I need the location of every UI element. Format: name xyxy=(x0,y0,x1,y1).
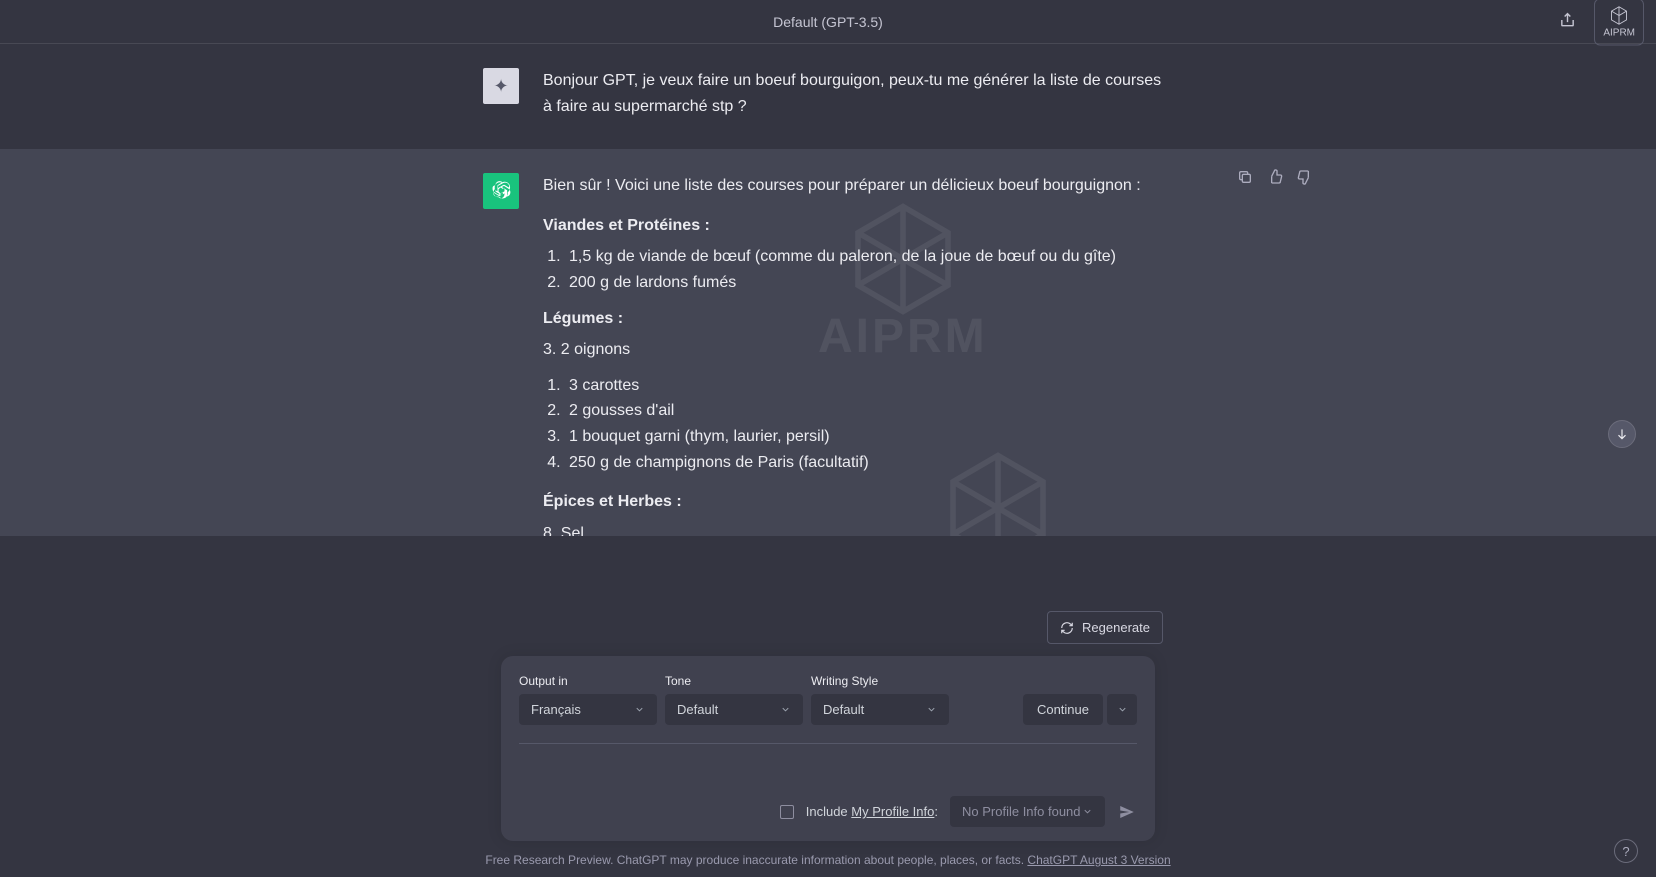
writing-style-select[interactable]: Default xyxy=(811,694,949,725)
composer: Regenerate Output in Français Tone Defau… xyxy=(0,611,1656,877)
list-item: 1,5 kg de viande de bœuf (comme du paler… xyxy=(565,244,1173,270)
assistant-message-content: Bien sûr ! Voici une liste des courses p… xyxy=(543,173,1173,536)
list-item: 2 gousses d'ail xyxy=(565,398,1173,424)
tone-select[interactable]: Default xyxy=(665,694,803,725)
prompt-input[interactable] xyxy=(519,752,1137,788)
share-icon[interactable] xyxy=(1559,12,1576,32)
send-button[interactable] xyxy=(1117,802,1137,822)
chevron-down-icon xyxy=(1082,806,1093,817)
assistant-message-row: Bien sûr ! Voici une liste des courses p… xyxy=(0,149,1656,536)
list-line: 8. Sel xyxy=(543,521,1173,536)
chevron-down-icon xyxy=(634,704,645,715)
aiprm-label: AIPRM xyxy=(1603,27,1635,38)
output-in-select[interactable]: Français xyxy=(519,694,657,725)
section-title-epices: Épices et Herbes : xyxy=(543,493,682,510)
user-avatar: ✦ xyxy=(483,68,519,104)
section-title-viandes: Viandes et Protéines : xyxy=(543,217,710,234)
list-item: 250 g de champignons de Paris (facultati… xyxy=(565,450,1173,476)
tone-label: Tone xyxy=(665,674,803,688)
output-in-value: Français xyxy=(531,702,581,717)
profile-select[interactable]: No Profile Info found xyxy=(950,796,1105,827)
model-title: Default (GPT-3.5) xyxy=(773,14,883,30)
regenerate-button[interactable]: Regenerate xyxy=(1047,611,1163,644)
copy-icon[interactable] xyxy=(1237,169,1253,190)
list-item: 1 bouquet garni (thym, laurier, persil) xyxy=(565,424,1173,450)
header: Default (GPT-3.5) AIPRM xyxy=(0,0,1656,44)
aiprm-button[interactable]: AIPRM xyxy=(1594,0,1644,45)
list-item: 200 g de lardons fumés xyxy=(565,270,1173,296)
user-message-row: ✦ Bonjour GPT, je veux faire un boeuf bo… xyxy=(0,44,1656,149)
writing-style-value: Default xyxy=(823,702,864,717)
regenerate-label: Regenerate xyxy=(1082,620,1150,635)
continue-caret-button[interactable] xyxy=(1107,694,1137,725)
user-message-text: Bonjour GPT, je veux faire un boeuf bour… xyxy=(543,68,1173,119)
tone-value: Default xyxy=(677,702,718,717)
include-profile-checkbox[interactable] xyxy=(780,805,794,819)
input-box: Output in Français Tone Default Writing … xyxy=(501,656,1155,841)
footer-version-link[interactable]: ChatGPT August 3 Version xyxy=(1027,853,1170,867)
continue-button[interactable]: Continue xyxy=(1023,694,1103,725)
list-line: 3. 2 oignons xyxy=(543,337,1173,363)
divider xyxy=(519,743,1137,744)
profile-value: No Profile Info found xyxy=(962,804,1081,819)
footer-disclaimer: Free Research Preview. ChatGPT may produ… xyxy=(485,853,1170,867)
include-profile-label: Include My Profile Info: xyxy=(806,804,938,819)
section-title-legumes: Légumes : xyxy=(543,310,623,327)
help-button[interactable]: ? xyxy=(1614,839,1638,863)
scroll-down-button[interactable] xyxy=(1608,420,1636,448)
chevron-down-icon xyxy=(780,704,791,715)
output-in-label: Output in xyxy=(519,674,657,688)
my-profile-info-link[interactable]: My Profile Info xyxy=(851,804,934,819)
list-item: 3 carottes xyxy=(565,373,1173,399)
chevron-down-icon xyxy=(926,704,937,715)
thumbs-up-icon[interactable] xyxy=(1267,169,1283,190)
thumbs-down-icon[interactable] xyxy=(1297,169,1313,190)
chevron-down-icon xyxy=(1117,704,1128,715)
continue-label: Continue xyxy=(1037,702,1089,717)
assistant-avatar xyxy=(483,173,519,209)
chat-area: AIPRM ✦ Bonjour GPT, je veux faire un bo… xyxy=(0,44,1656,536)
assistant-intro: Bien sûr ! Voici une liste des courses p… xyxy=(543,173,1173,199)
writing-style-label: Writing Style xyxy=(811,674,949,688)
